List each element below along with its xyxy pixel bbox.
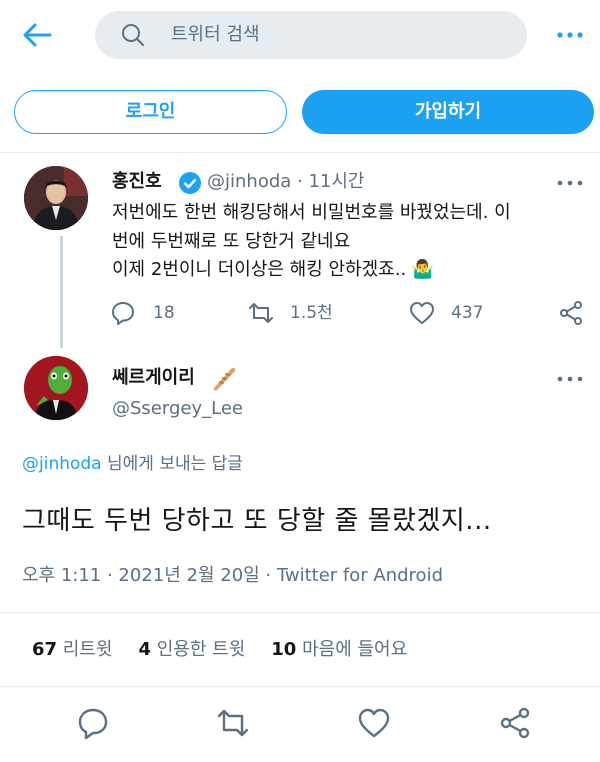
tweet-text-line: 번에 두번째로 또 당한거 같네요	[112, 230, 351, 252]
like-button[interactable]	[409, 300, 435, 326]
retweets-label: 리트윗	[62, 639, 113, 660]
tweet-timestamp-source: 오후 1:11 · 2021년 2월 20일 · Twitter for And…	[22, 565, 443, 586]
tweet-more-button[interactable]	[556, 370, 584, 388]
retweets-count: 67	[32, 639, 58, 660]
retweet-count: 1.5천	[290, 303, 333, 323]
arrow-left-icon	[23, 23, 52, 47]
divider	[0, 686, 600, 687]
author-name[interactable]: 쎄르게이리	[112, 366, 195, 390]
more-options-button[interactable]	[556, 24, 584, 46]
retweet-button[interactable]	[248, 300, 274, 326]
avatar-photo	[24, 166, 88, 230]
tweet-main-text: 그때도 두번 당하고 또 당할 줄 몰랐겠지...	[22, 506, 492, 536]
avatar[interactable]	[24, 166, 88, 230]
author-handle: @Ssergey_Lee	[112, 398, 243, 419]
quotes-stat[interactable]: 4 인용한 트윗	[138, 639, 245, 660]
login-button[interactable]: 로그인	[14, 90, 287, 134]
likes-count: 10	[271, 639, 297, 660]
author-name[interactable]: 홍진호	[112, 170, 162, 194]
search-input[interactable]: 트위터 검색	[95, 11, 527, 59]
tweet-text-line: 이제 2번이니 더이상은 해킹 안하겠죠.. 🤷‍♂️	[112, 259, 435, 280]
reply-count: 18	[153, 303, 175, 323]
more-dots-icon	[557, 32, 583, 38]
avatar-photo	[24, 356, 88, 420]
retweet-icon	[217, 709, 249, 737]
reply-button[interactable]	[110, 300, 136, 326]
share-button[interactable]	[498, 706, 532, 740]
reply-to-suffix: 님에게 보내는 답글	[101, 454, 243, 474]
heart-icon	[358, 708, 390, 738]
likes-label: 마음에 들어요	[302, 639, 408, 660]
back-button[interactable]	[20, 18, 54, 52]
tweet-more-button[interactable]	[556, 174, 584, 192]
reply-icon	[112, 302, 134, 325]
thread-line	[60, 236, 63, 348]
tweet-text: 저번에도 한번 해킹당해서 비밀번호를 바꿨었는데. 이 번에 두번째로 또 당…	[112, 199, 587, 285]
like-button[interactable]	[357, 706, 391, 740]
share-button[interactable]	[558, 300, 584, 326]
search-icon	[122, 24, 144, 46]
share-icon	[500, 707, 530, 739]
divider	[0, 612, 600, 613]
reply-context: @jinhoda 님에게 보내는 답글	[22, 452, 243, 476]
retweet-icon	[249, 303, 273, 323]
share-icon	[560, 301, 582, 325]
reply-button[interactable]	[76, 706, 110, 740]
signup-button[interactable]: 가입하기	[302, 90, 594, 134]
baguette-icon	[213, 367, 236, 391]
like-count: 437	[451, 303, 484, 323]
reply-icon	[78, 708, 108, 740]
likes-stat[interactable]: 10 마음에 들어요	[271, 639, 407, 660]
quotes-label: 인용한 트윗	[156, 639, 246, 660]
avatar[interactable]	[24, 356, 88, 420]
divider	[0, 152, 600, 153]
tweet-text-line: 저번에도 한번 해킹당해서 비밀번호를 바꿨었는데. 이	[112, 202, 511, 223]
retweet-button[interactable]	[216, 706, 250, 740]
reply-to-handle-link[interactable]: @jinhoda	[22, 454, 102, 474]
verified-badge-icon	[179, 172, 201, 194]
search-placeholder: 트위터 검색	[171, 24, 260, 45]
quotes-count: 4	[138, 639, 152, 660]
heart-icon	[410, 302, 434, 324]
author-handle-time: @jinhoda · 11시간	[207, 171, 365, 192]
more-dots-icon	[557, 180, 583, 186]
more-dots-icon	[557, 376, 583, 382]
tweet-stats: 67 리트윗 4 인용한 트윗 10 마음에 들어요	[32, 637, 407, 663]
retweets-stat[interactable]: 67 리트윗	[32, 639, 112, 660]
